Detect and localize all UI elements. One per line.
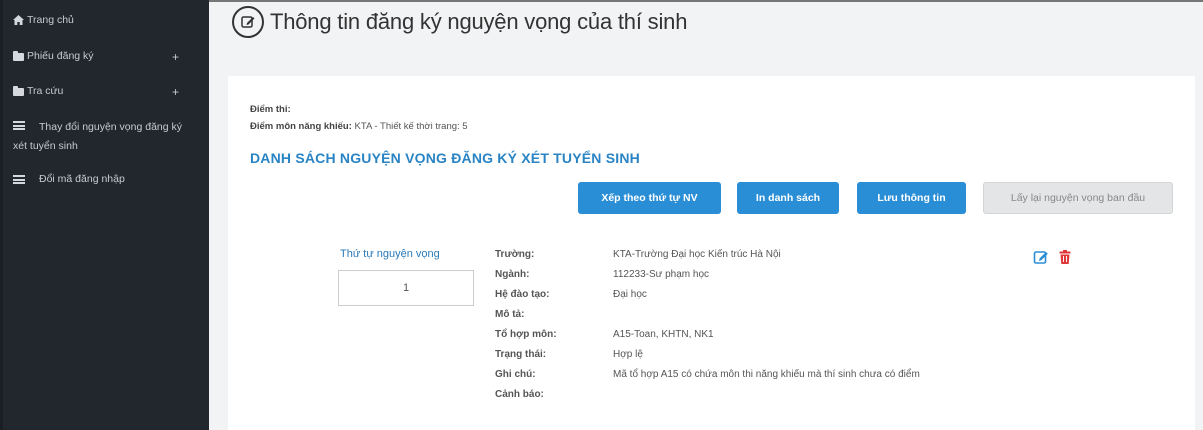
- aptitude-score-label: Điểm môn năng khiếu:: [250, 121, 352, 132]
- order-input[interactable]: 1: [338, 270, 474, 306]
- sort-by-order-button[interactable]: Xếp theo thứ tự NV: [578, 182, 721, 214]
- list-icon: [13, 174, 27, 187]
- aptitude-score-line: Điểm môn năng khiếu: KTA - Thiết kế thời…: [250, 121, 468, 132]
- sidebar-item-change-login[interactable]: Đổi mã đăng nhập: [3, 173, 135, 187]
- value-program: Đại học: [613, 289, 647, 300]
- sidebar-item-label: Trang chủ: [27, 14, 74, 26]
- exam-score-line: Điểm thi:: [250, 104, 291, 115]
- label-status: Trạng thái:: [495, 349, 547, 360]
- label-note: Ghi chú:: [495, 369, 536, 380]
- sidebar-item-label: Tra cứu: [27, 85, 64, 97]
- folder-icon: [13, 51, 27, 64]
- top-divider: [209, 0, 1203, 2]
- edit-icon[interactable]: [1033, 249, 1049, 265]
- sidebar-item-label: Đổi mã đăng nhập: [39, 173, 125, 185]
- page-title: Thông tin đăng ký nguyện vọng của thí si…: [270, 9, 688, 34]
- value-major: 112233-Sư phạm học: [613, 269, 710, 280]
- expand-icon[interactable]: +: [172, 50, 199, 64]
- order-label: Thứ tự nguyện vọng: [340, 248, 440, 260]
- section-title: DANH SÁCH NGUYỆN VỌNG ĐĂNG KÝ XÉT TUYỂN …: [250, 150, 640, 166]
- sidebar-item-lookup[interactable]: Tra cứu +: [3, 85, 209, 99]
- restore-original-button[interactable]: Lấy lại nguyện vọng ban đầu: [983, 182, 1173, 214]
- label-program: Hệ đào tạo:: [495, 289, 550, 300]
- trash-icon[interactable]: [1057, 249, 1073, 265]
- page-header: Thông tin đăng ký nguyện vọng của thí si…: [232, 6, 687, 38]
- label-description: Mô tả:: [495, 309, 525, 320]
- print-list-button[interactable]: In danh sách: [737, 182, 839, 214]
- expand-icon[interactable]: +: [172, 85, 199, 99]
- label-subject-group: Tổ hợp môn:: [495, 329, 557, 340]
- value-warning: [613, 389, 920, 409]
- label-major: Ngành:: [495, 269, 530, 280]
- wish-values: KTA-Trường Đại học Kiến trúc Hà Nội 1122…: [613, 249, 920, 409]
- save-info-button[interactable]: Lưu thông tin: [857, 182, 966, 214]
- label-warning: Cảnh báo:: [495, 389, 544, 400]
- home-icon: [13, 15, 27, 28]
- main-panel: Điểm thi: Điểm môn năng khiếu: KTA - Thi…: [228, 76, 1195, 430]
- exam-score-label: Điểm thi:: [250, 104, 291, 115]
- sidebar: Trang chủ Phiếu đăng ký + Tra cứu + Thay…: [0, 0, 209, 430]
- value-status: Hợp lệ: [613, 349, 643, 360]
- sidebar-item-label: Phiếu đăng ký: [27, 50, 94, 62]
- sidebar-item-change-wish[interactable]: Thay đổi nguyện vọng đăng ký xét tuyển s…: [3, 118, 193, 155]
- edit-circle-icon: [232, 6, 264, 38]
- label-school: Trường:: [495, 249, 535, 260]
- sidebar-item-label: Thay đổi nguyện vọng đăng ký xét tuyển s…: [13, 121, 183, 152]
- wish-labels: Trường: Ngành: Hệ đào tạo: Mô tả: Tổ hợp…: [495, 249, 557, 409]
- value-description: [613, 309, 920, 329]
- list-icon: [13, 119, 27, 137]
- value-school: KTA-Trường Đại học Kiến trúc Hà Nội: [613, 249, 781, 260]
- folder-icon: [13, 86, 27, 99]
- sidebar-item-home[interactable]: Trang chủ: [3, 14, 84, 28]
- aptitude-score-value: KTA - Thiết kế thời trang: 5: [354, 121, 468, 132]
- sidebar-item-registration[interactable]: Phiếu đăng ký +: [3, 50, 209, 64]
- value-subject-group: A15-Toan, KHTN, NK1: [613, 329, 714, 340]
- value-note: Mã tổ hợp A15 có chứa môn thi năng khiếu…: [613, 369, 920, 380]
